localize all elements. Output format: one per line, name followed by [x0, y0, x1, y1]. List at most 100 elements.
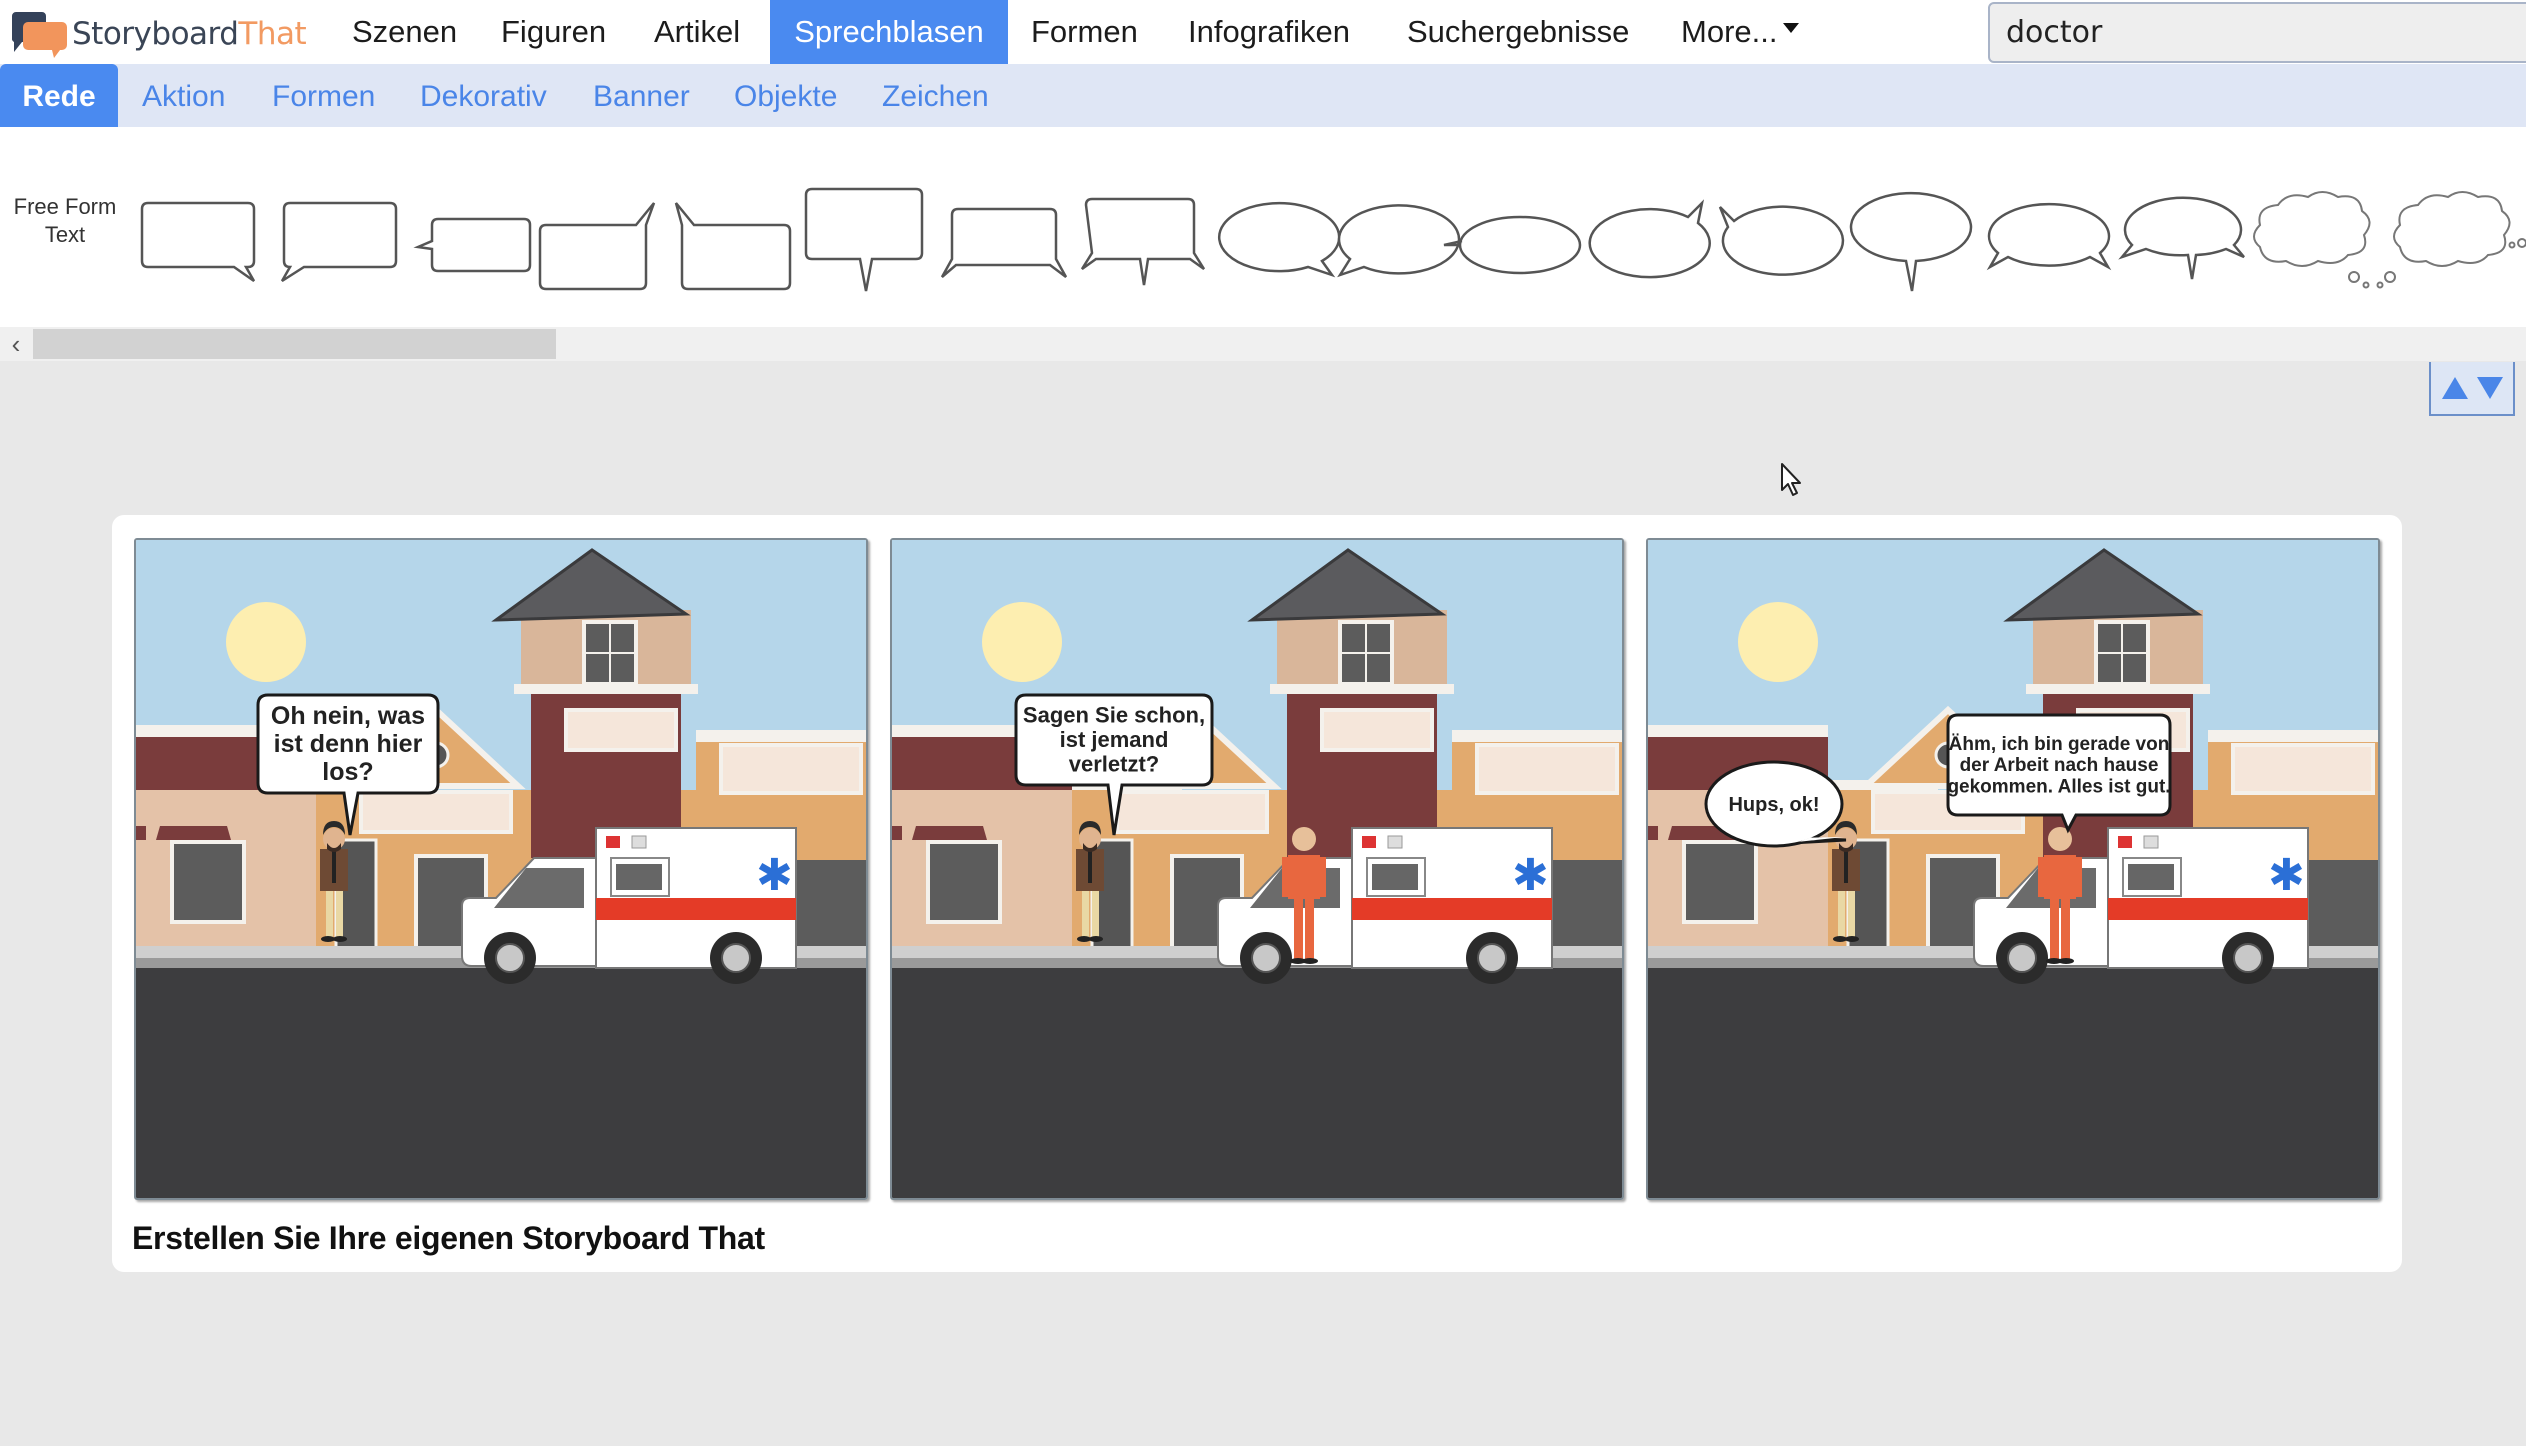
- nav-figuren[interactable]: Figuren: [481, 0, 626, 64]
- nav-label: Sprechblasen: [794, 14, 984, 49]
- tie: [1844, 849, 1848, 883]
- bubble-rect-tails-three[interactable]: [1080, 197, 1206, 286]
- beacon-red: [1362, 836, 1376, 848]
- speech-bubble-text: der Arbeit nach hause: [1960, 755, 2159, 776]
- logo[interactable]: StoryboardThat: [8, 10, 307, 58]
- storyboard-caption[interactable]: Erstellen Sie Ihre eigenen Storyboard Th…: [132, 1220, 765, 1257]
- nav-formen[interactable]: Formen: [1011, 0, 1158, 64]
- bubble-oval-tail-top-right[interactable]: [1588, 199, 1711, 279]
- sub-navigation-tabs: Rede Aktion Formen Dekorativ Banner Obje…: [0, 64, 2526, 127]
- speech-bubble-text: ist jemand: [1060, 727, 1169, 752]
- bubble-oval-tail-bottom-right[interactable]: [1217, 201, 1341, 278]
- tab-zeichen[interactable]: Zeichen: [862, 64, 1009, 127]
- move-down-icon[interactable]: [2476, 377, 2503, 399]
- speech-bubble-text: verletzt?: [1069, 752, 1159, 777]
- scrubs-top: [1288, 855, 1320, 899]
- bubble-rect-tails-both-sides[interactable]: [940, 207, 1068, 278]
- head: [1079, 828, 1101, 850]
- speech-bubble-text: Oh nein, was: [271, 702, 425, 730]
- scrubs-top: [2044, 855, 2076, 899]
- head: [323, 828, 345, 850]
- tie: [1088, 849, 1092, 883]
- tab-dekorativ[interactable]: Dekorativ: [400, 64, 567, 127]
- storyboard-panel-1[interactable]: ✱ Oh nein, was ist denn hier los?: [134, 538, 868, 1200]
- nav-artikel[interactable]: Artikel: [634, 0, 760, 64]
- nav-szenen[interactable]: Szenen: [332, 0, 477, 64]
- nav-infografiken[interactable]: Infografiken: [1168, 0, 1370, 64]
- speech-bubble-toolbar: Free Form Text: [0, 127, 2526, 327]
- tab-banner[interactable]: Banner: [573, 64, 710, 127]
- bubble-rect-tail-top-left[interactable]: [674, 202, 792, 291]
- nav-sprechblasen[interactable]: Sprechblasen: [770, 0, 1008, 64]
- beacon-white: [631, 835, 647, 849]
- bubble-rect-tail-bottom-right[interactable]: [140, 201, 256, 283]
- toolbar-horizontal-scrollbar[interactable]: ‹: [0, 327, 2526, 361]
- star-of-life-icon: ✱: [2268, 850, 2305, 901]
- tab-label: Zeichen: [882, 80, 989, 113]
- bubble-shape-list: [140, 187, 2526, 292]
- tab-label: Objekte: [734, 80, 838, 113]
- tab-objekte[interactable]: Objekte: [714, 64, 857, 127]
- tab-label: Rede: [22, 80, 96, 113]
- tab-label: Banner: [593, 80, 690, 113]
- shop-window: [1682, 840, 1758, 924]
- logo-text-that: That: [238, 16, 307, 52]
- top-navigation: StoryboardThat Szenen Figuren Artikel Sp…: [0, 0, 2526, 64]
- star-of-life-icon: ✱: [1512, 850, 1549, 901]
- logo-text-storyboard: Storyboard: [72, 16, 239, 52]
- beacon-red: [2118, 836, 2132, 848]
- tab-label: Dekorativ: [420, 80, 547, 113]
- speech-bubble-text: Sagen Sie schon,: [1023, 702, 1205, 727]
- sign-board: [1115, 790, 1269, 834]
- app-root: StoryboardThat Szenen Figuren Artikel Sp…: [0, 0, 2526, 1446]
- speech-bubble-text: los?: [322, 758, 373, 786]
- tab-rede[interactable]: Rede: [0, 64, 118, 127]
- bubble-oval-tail-bottom-left[interactable]: [1337, 204, 1461, 278]
- nav-label: Szenen: [352, 14, 458, 49]
- bubble-rect-tail-bottom-center[interactable]: [804, 187, 924, 292]
- rear-window: [616, 864, 662, 890]
- shop-window: [926, 840, 1002, 924]
- tab-aktion[interactable]: Aktion: [122, 64, 245, 127]
- red-stripe: [596, 898, 796, 920]
- bubble-oval-tail-left[interactable]: [1443, 215, 1582, 275]
- move-up-icon[interactable]: [2441, 377, 2468, 399]
- bubble-oval-tails-both-sides[interactable]: [1986, 202, 2112, 271]
- nav-label: Artikel: [654, 14, 741, 49]
- sun: [1738, 602, 1818, 682]
- panel-scene: ✱ Oh nein, wasist denn hierlos?: [136, 540, 866, 1198]
- bubble-oval-tail-bottom-center[interactable]: [1849, 191, 1973, 292]
- awning: [156, 826, 231, 840]
- shop-window: [170, 840, 246, 924]
- sign-board: [359, 790, 513, 834]
- tab-formen[interactable]: Formen: [252, 64, 395, 127]
- sun: [226, 602, 306, 682]
- bubble-rect-tail-bottom-left[interactable]: [280, 201, 398, 283]
- road: [136, 968, 866, 1198]
- nav-suchergebnisse[interactable]: Suchergebnisse: [1387, 0, 1649, 64]
- storyboard-panel-3[interactable]: ✱ Hups, ok! Ähm, ich bin gerade von der Arb…: [1646, 538, 2380, 1200]
- free-form-label-line1: Free Form: [13, 194, 117, 219]
- scrollbar-thumb[interactable]: [33, 329, 556, 359]
- panel-move-controls: [2429, 362, 2515, 416]
- red-stripe: [2108, 898, 2308, 920]
- storyboard-card: ✱ Oh nein, was ist denn hier los? ✱ Sagen Si…: [112, 515, 2402, 1272]
- bubble-thought-cloud-right[interactable]: [2253, 191, 2371, 289]
- free-form-text-button[interactable]: Free Form Text: [6, 193, 124, 249]
- storyboard-panel-2[interactable]: ✱ Sagen Sie schon, ist jemand verletzt?: [890, 538, 1624, 1200]
- bubble-oval-tail-top-left[interactable]: [1718, 205, 1845, 276]
- speech-bubble-text: Hups, ok!: [1728, 794, 1819, 816]
- search-input[interactable]: [1988, 2, 2526, 63]
- bubble-rect-tail-top-right[interactable]: [538, 202, 656, 291]
- free-form-label-line2: Text: [44, 222, 86, 247]
- nav-label: Formen: [1031, 14, 1138, 49]
- nav-label: More...: [1681, 14, 1778, 49]
- scroll-left-icon[interactable]: ‹: [4, 327, 28, 361]
- bubble-thought-cloud-left[interactable]: [2376, 191, 2526, 289]
- nav-more-dropdown[interactable]: More...: [1661, 0, 1819, 64]
- nav-label: Figuren: [501, 14, 607, 49]
- bubble-rect-tail-left[interactable]: [413, 217, 532, 273]
- bubble-oval-tails-three[interactable]: [2118, 196, 2245, 280]
- beacon-red: [606, 836, 620, 848]
- logo-text: StoryboardThat: [72, 16, 307, 52]
